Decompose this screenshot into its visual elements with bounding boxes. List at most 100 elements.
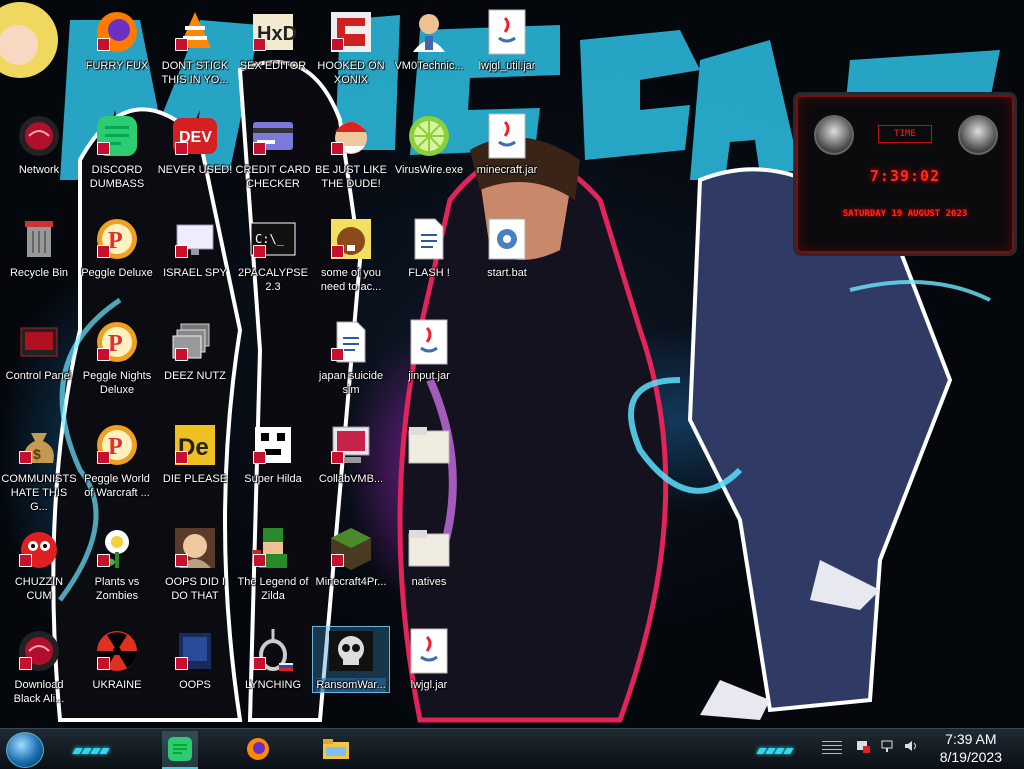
hxd-icon: HxD: [249, 8, 297, 56]
taskbar-decoration: [756, 741, 794, 754]
widget-time: 7:39:02: [869, 167, 941, 185]
monitor-icon: [171, 215, 219, 263]
desktop-icon-label: Control Panel: [5, 370, 73, 382]
desktop-icon-chuzzin[interactable]: CHUZZIN CUM: [1, 524, 77, 603]
lime-icon: [405, 112, 453, 160]
desktop-icon-vm0[interactable]: VM0Technic...: [391, 8, 467, 73]
desktop-icon-label: DIE PLEASE: [162, 473, 228, 485]
desktop-icon-recycle-bin[interactable]: Recycle Bin: [1, 215, 77, 280]
doctor-icon: [405, 8, 453, 56]
java-icon: [483, 8, 531, 56]
desktop-icon-peggle-wow[interactable]: P Peggle World of Warcraft ...: [79, 421, 155, 500]
taskbar-clock[interactable]: 7:39 AM 8/19/2023: [940, 730, 1002, 766]
shortcut-badge-icon: [331, 142, 344, 155]
desktop-icon-label: some of you need to ac...: [320, 267, 382, 293]
desktop-icon-oops[interactable]: OOPS: [157, 627, 233, 692]
desktop-icon-ukraine[interactable]: UKRAINE: [79, 627, 155, 692]
desktop-icon-furry-fux[interactable]: FURRY FUX: [79, 8, 155, 73]
desktop-icon-label: BE JUST LIKE THE DUDE!: [315, 164, 387, 190]
svg-text:P: P: [108, 434, 123, 460]
action-center-icon[interactable]: [856, 739, 870, 753]
desktop-icon-control-panel[interactable]: Control Panel: [1, 318, 77, 383]
volume-icon[interactable]: [904, 739, 918, 753]
firefox-icon: [247, 738, 269, 760]
desktop-icon-peggle-nights[interactable]: P Peggle Nights Deluxe: [79, 318, 155, 397]
desktop-icon-start-bat[interactable]: start.bat: [469, 215, 545, 280]
shortcut-badge-icon: [331, 245, 344, 258]
desktop-icon-label: ISRAEL SPY: [163, 267, 227, 279]
shortcut-badge-icon: [19, 451, 32, 464]
desktop-icon-hooked-on-xonix[interactable]: HOOKED ON XONIX: [313, 8, 389, 87]
desktop-icon-label: CREDIT CARD CHECKER: [235, 164, 311, 190]
cpanel-icon: [15, 318, 63, 366]
desktop-icon-folder-d[interactable]: [391, 421, 467, 472]
desktop-icon-label: CHUZZIN CUM: [14, 576, 64, 602]
desktop-icon-label: Download Black Ali...: [13, 679, 65, 705]
desktop-icon-minecraft-jar[interactable]: minecraft.jar: [469, 112, 545, 177]
desktop-icon-sex-editor[interactable]: HxD SEX EDITOR: [235, 8, 311, 73]
flower-icon: [93, 524, 141, 572]
taskbar-app-explorer[interactable]: [318, 731, 354, 767]
desktop-icon-collabvmb[interactable]: CollabVMB...: [313, 421, 389, 486]
peggle-icon: P: [93, 421, 141, 469]
desktop-icon-label: OOPS DID I DO THAT: [165, 576, 225, 602]
desktop-icon-download-black[interactable]: Download Black Ali...: [1, 627, 77, 706]
network-icon[interactable]: [880, 739, 894, 753]
desktop-icon-2pacalypse[interactable]: C:\_ 2PACALYPSE 2.3: [235, 215, 311, 294]
noose-icon: [249, 627, 297, 675]
desktop-icon-virus-wire[interactable]: VirusWire.exe: [391, 112, 467, 177]
desktop-icon-label: jinput.jar: [408, 370, 450, 382]
gear-icon: [483, 215, 531, 263]
desktop-icon-legend-zilda[interactable]: The Legend of Zilda: [235, 524, 311, 603]
desktop-icon-some-of-you[interactable]: some of you need to ac...: [313, 215, 389, 294]
desktop-icon-die-please[interactable]: De DIE PLEASE: [157, 421, 233, 486]
desktop-icon-natives[interactable]: natives: [391, 524, 467, 589]
desktop-icon-dont-stick[interactable]: DONT STICK THIS IN YO...: [157, 8, 233, 87]
desktop-icon-label: DISCORD DUMBASS: [89, 164, 145, 190]
desktop-icon-japan-suicide[interactable]: japan suicide sim: [313, 318, 389, 397]
desktop-icon-israel-spy[interactable]: ISRAEL SPY: [157, 215, 233, 280]
dev-icon: DEV: [171, 112, 219, 160]
desktop-icon-plants-vs-zombies[interactable]: Plants vs Zombies: [79, 524, 155, 603]
show-desktop-lines[interactable]: [822, 741, 842, 755]
desktop-icon-lwjgl-jar[interactable]: lwjgl.jar: [391, 627, 467, 692]
desktop-icon-lwjgl-util[interactable]: lwjgl_util.jar: [469, 8, 545, 73]
desktop-icon-be-just-like[interactable]: BE JUST LIKE THE DUDE!: [313, 112, 389, 191]
desktop-icon-discord-dumbass[interactable]: DISCORD DUMBASS: [79, 112, 155, 191]
desktop-icon-label: The Legend of Zilda: [237, 576, 309, 602]
system-tray: [856, 739, 918, 753]
maze-icon: [327, 8, 375, 56]
bin-icon: [15, 215, 63, 263]
desktop-icon-network[interactable]: Network: [1, 112, 77, 177]
desktop-icon-deez-nutz[interactable]: DEEZ NUTZ: [157, 318, 233, 383]
clock-gadget[interactable]: TIME 7:39:02 SATURDAY 19 AUGUST 2023: [793, 92, 1017, 256]
desktop-icon-oops-did[interactable]: OOPS DID I DO THAT: [157, 524, 233, 603]
folder-icon: [405, 421, 453, 469]
desktop-icon-lynching[interactable]: LYNCHING: [235, 627, 311, 692]
radiation-icon: [93, 627, 141, 675]
svg-text:$: $: [33, 446, 41, 462]
desktop-icon-label: VM0Technic...: [394, 60, 464, 72]
desktop-icon-label: Peggle World of Warcraft ...: [84, 473, 150, 499]
start-button[interactable]: [6, 732, 44, 768]
desktop-icon-flash[interactable]: FLASH !: [391, 215, 467, 280]
desktop-icon-label: Plants vs Zombies: [94, 576, 140, 602]
desktop-icon-label: NEVER USED!: [157, 164, 233, 176]
desktop-icon-minecraft4pr[interactable]: Minecraft4Pr...: [313, 524, 389, 589]
desktop-icon-jinput-jar[interactable]: jinput.jar: [391, 318, 467, 383]
desktop-icon-communists[interactable]: $ COMMUNISTS HATE THIS G...: [1, 421, 77, 514]
taskbar-app-discord[interactable]: [162, 731, 198, 769]
shortcut-badge-icon: [97, 348, 110, 361]
java-icon: [483, 112, 531, 160]
taskbar-app-firefox[interactable]: [240, 731, 276, 767]
desktop-icon-label: lwjgl_util.jar: [478, 60, 536, 72]
java-icon: [405, 627, 453, 675]
desktop-icon-credit-card[interactable]: CREDIT CARD CHECKER: [235, 112, 311, 191]
desktop-icon-label: Recycle Bin: [9, 267, 69, 279]
desktop-icon-ransomware[interactable]: RansomWar...: [312, 626, 390, 693]
desktop-icon-super-hilda[interactable]: Super Hilda: [235, 421, 311, 486]
desktop-icon-label: Minecraft4Pr...: [315, 576, 387, 588]
bluebook-icon: [171, 627, 219, 675]
desktop-icon-never-used[interactable]: DEV NEVER USED!: [157, 112, 233, 177]
desktop-icon-peggle-deluxe[interactable]: P Peggle Deluxe: [79, 215, 155, 280]
